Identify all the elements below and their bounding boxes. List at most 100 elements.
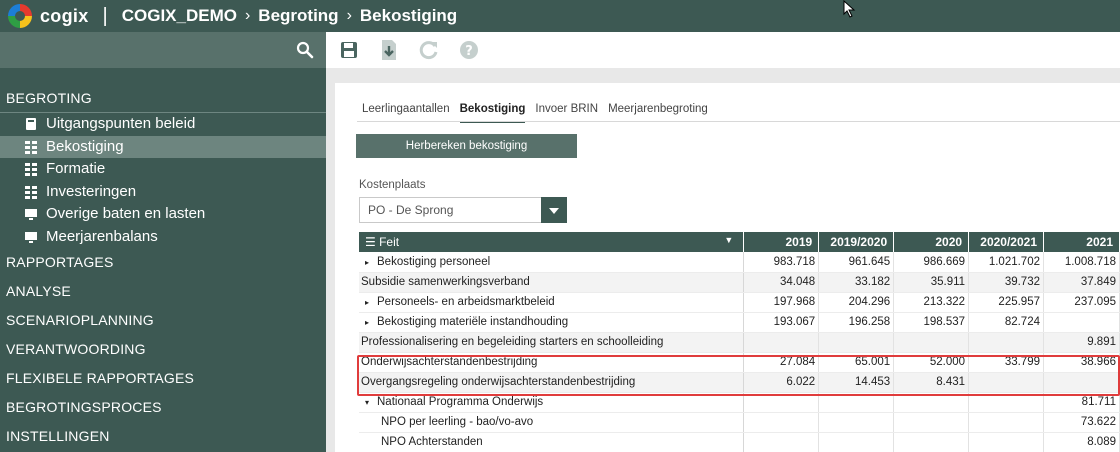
tab-bekostiging[interactable]: Bekostiging	[459, 101, 526, 123]
help-icon[interactable]: ?	[458, 39, 480, 61]
tab-invoer-brin[interactable]: Invoer BRIN	[535, 101, 598, 123]
feit-column-header[interactable]: ☰ Feit ▼	[359, 232, 745, 252]
table-row[interactable]: Onderwijsachterstandenbestrijding 27.084 6…	[359, 352, 1120, 373]
table-row[interactable]: NPO per leerling - bao/vo-avo 73.622	[359, 412, 1120, 433]
mouse-cursor-icon	[843, 0, 856, 18]
caret-right-icon[interactable]: ▸	[365, 298, 377, 307]
table-cell: 27.084	[743, 352, 820, 373]
main-panel: Leerlingaantallen Bekostiging Invoer BRI…	[335, 83, 1120, 452]
table-cell: 1.008.718	[1043, 252, 1120, 273]
row-label: ▸ Bekostiging personeel	[359, 252, 745, 273]
table-row[interactable]: ▸ Bekostiging personeel 983.718 961.645 986.…	[359, 252, 1120, 273]
row-label-text: Bekostiging materiële instandhouding	[377, 316, 569, 328]
table-cell	[893, 332, 970, 353]
chevron-down-icon[interactable]: ▼	[724, 235, 733, 245]
app-name: cogix	[40, 5, 89, 26]
table-row[interactable]: Professionalisering en begeleiding start…	[359, 332, 1120, 353]
row-label-text: Nationaal Programma Onderwijs	[377, 396, 544, 408]
column-header[interactable]: 2020/2021	[968, 232, 1044, 252]
row-label: ▸ Personeels- en arbeidsmarktbeleid	[359, 292, 745, 313]
monitor-icon	[25, 209, 37, 221]
column-header[interactable]: 2020	[893, 232, 970, 252]
table-cell: 196.258	[818, 312, 895, 333]
table-cell: 33.799	[968, 352, 1044, 373]
tab-divider	[357, 121, 1120, 122]
title-separator: |	[102, 4, 108, 27]
table-cell	[818, 412, 895, 433]
row-label-text: Professionalisering en begeleiding start…	[361, 336, 664, 348]
table-cell: 193.067	[743, 312, 820, 333]
table-cell: 35.911	[893, 272, 970, 293]
row-label-text: Personeels- en arbeidsmarktbeleid	[377, 296, 555, 308]
toolbar: ?	[326, 32, 1120, 68]
table-cell: 65.001	[818, 352, 895, 373]
top-bar: cogix | COGIX_DEMO › Begroting › Bekosti…	[0, 0, 1120, 32]
sidebar-section-flexibele-rapportages[interactable]: FLEXIBELE RAPPORTAGES	[0, 364, 326, 393]
table-row[interactable]: ▾ Nationaal Programma Onderwijs 81.711	[359, 392, 1120, 413]
tab-leerlingaantallen[interactable]: Leerlingaantallen	[362, 101, 450, 123]
download-icon[interactable]	[378, 39, 400, 61]
book-icon	[26, 118, 36, 131]
breadcrumb-item[interactable]: Begroting	[258, 6, 338, 26]
caret-right-icon[interactable]: ▸	[365, 318, 377, 327]
table-cell	[743, 392, 820, 413]
chevron-down-icon[interactable]	[541, 197, 567, 223]
row-label: NPO per leerling - bao/vo-avo	[359, 412, 745, 433]
column-header[interactable]: 2019	[743, 232, 820, 252]
table-cell	[743, 332, 820, 353]
search-icon[interactable]	[296, 41, 314, 59]
sidebar-section-begrotingsproces[interactable]: BEGROTINGSPROCES	[0, 393, 326, 422]
sidebar-item-formatie[interactable]: Formatie	[0, 158, 326, 181]
table-row[interactable]: NPO Achterstanden 8.089	[359, 432, 1120, 452]
sidebar-item-overige-baten-en-lasten[interactable]: Overige baten en lasten	[0, 203, 326, 226]
tab-meerjarenbegroting[interactable]: Meerjarenbegroting	[608, 101, 708, 123]
sidebar-section-instellingen[interactable]: INSTELLINGEN	[0, 422, 326, 451]
column-header[interactable]: 2021	[1043, 232, 1120, 252]
row-label-text: Overgangsregeling onderwijsachterstanden…	[361, 376, 636, 388]
table-cell	[743, 412, 820, 433]
logo-mark-icon	[8, 4, 32, 28]
caret-right-icon[interactable]: ▸	[365, 258, 377, 267]
table-row[interactable]: ▸ Personeels- en arbeidsmarktbeleid 197.96…	[359, 292, 1120, 313]
row-label: Overgangsregeling onderwijsachterstanden…	[359, 372, 745, 393]
table-cell	[968, 412, 1044, 433]
table-cell: 204.296	[818, 292, 895, 313]
recalculate-button[interactable]: Herbereken bekostiging	[356, 134, 577, 158]
sidebar-section-begroting[interactable]: BEGROTING	[0, 84, 326, 113]
sidebar-item-uitgangspunten-beleid[interactable]: Uitgangspunten beleid	[0, 113, 326, 136]
sidebar-section-scenarioplanning[interactable]: SCENARIOPLANNING	[0, 306, 326, 335]
sidebar-search-bar	[0, 32, 326, 68]
grid-icon	[25, 185, 37, 199]
svg-text:?: ?	[465, 44, 473, 59]
table-cell	[968, 392, 1044, 413]
grid-icon	[25, 163, 37, 177]
table-cell: 82.724	[968, 312, 1044, 333]
column-header[interactable]: 2019/2020	[818, 232, 895, 252]
sidebar-item-bekostiging[interactable]: Bekostiging	[0, 135, 326, 158]
table-row[interactable]: Overgangsregeling onderwijsachterstanden…	[359, 372, 1120, 393]
monitor-icon	[25, 231, 37, 243]
sidebar-section-rapportages[interactable]: RAPPORTAGES	[0, 248, 326, 277]
cogix-logo[interactable]: cogix	[8, 4, 89, 28]
kostenplaats-select[interactable]: PO - De Sprong	[359, 197, 567, 223]
row-label: Subsidie samenwerkingsverband	[359, 272, 745, 293]
sidebar-section-verantwoording[interactable]: VERANTWOORDING	[0, 335, 326, 364]
sidebar-item-investeringen[interactable]: Investeringen	[0, 181, 326, 204]
table-cell	[1043, 372, 1120, 393]
save-icon[interactable]	[338, 39, 360, 61]
table-row[interactable]: ▸ Bekostiging materiële instandhouding 193…	[359, 312, 1120, 333]
table-body: ▸ Bekostiging personeel 983.718 961.645 986.…	[359, 252, 1120, 452]
caret-down-icon[interactable]: ▾	[365, 398, 377, 407]
table-row[interactable]: Subsidie samenwerkingsverband 34.048 33.18…	[359, 272, 1120, 293]
table-cell: 237.095	[1043, 292, 1120, 313]
breadcrumb-current: Bekostiging	[359, 6, 458, 25]
sidebar-section-analyse[interactable]: ANALYSE	[0, 277, 326, 306]
sidebar-item-meerjarenbalans[interactable]: Meerjarenbalans	[0, 226, 326, 249]
table-cell: 38.966	[1043, 352, 1120, 373]
table-cell	[743, 432, 820, 452]
breadcrumb-item[interactable]: COGIX_DEMO	[122, 6, 237, 26]
table-cell: 73.622	[1043, 412, 1120, 433]
refresh-icon[interactable]	[418, 39, 440, 61]
breadcrumb-separator: ›	[346, 7, 352, 24]
table-cell: 39.732	[968, 272, 1044, 293]
